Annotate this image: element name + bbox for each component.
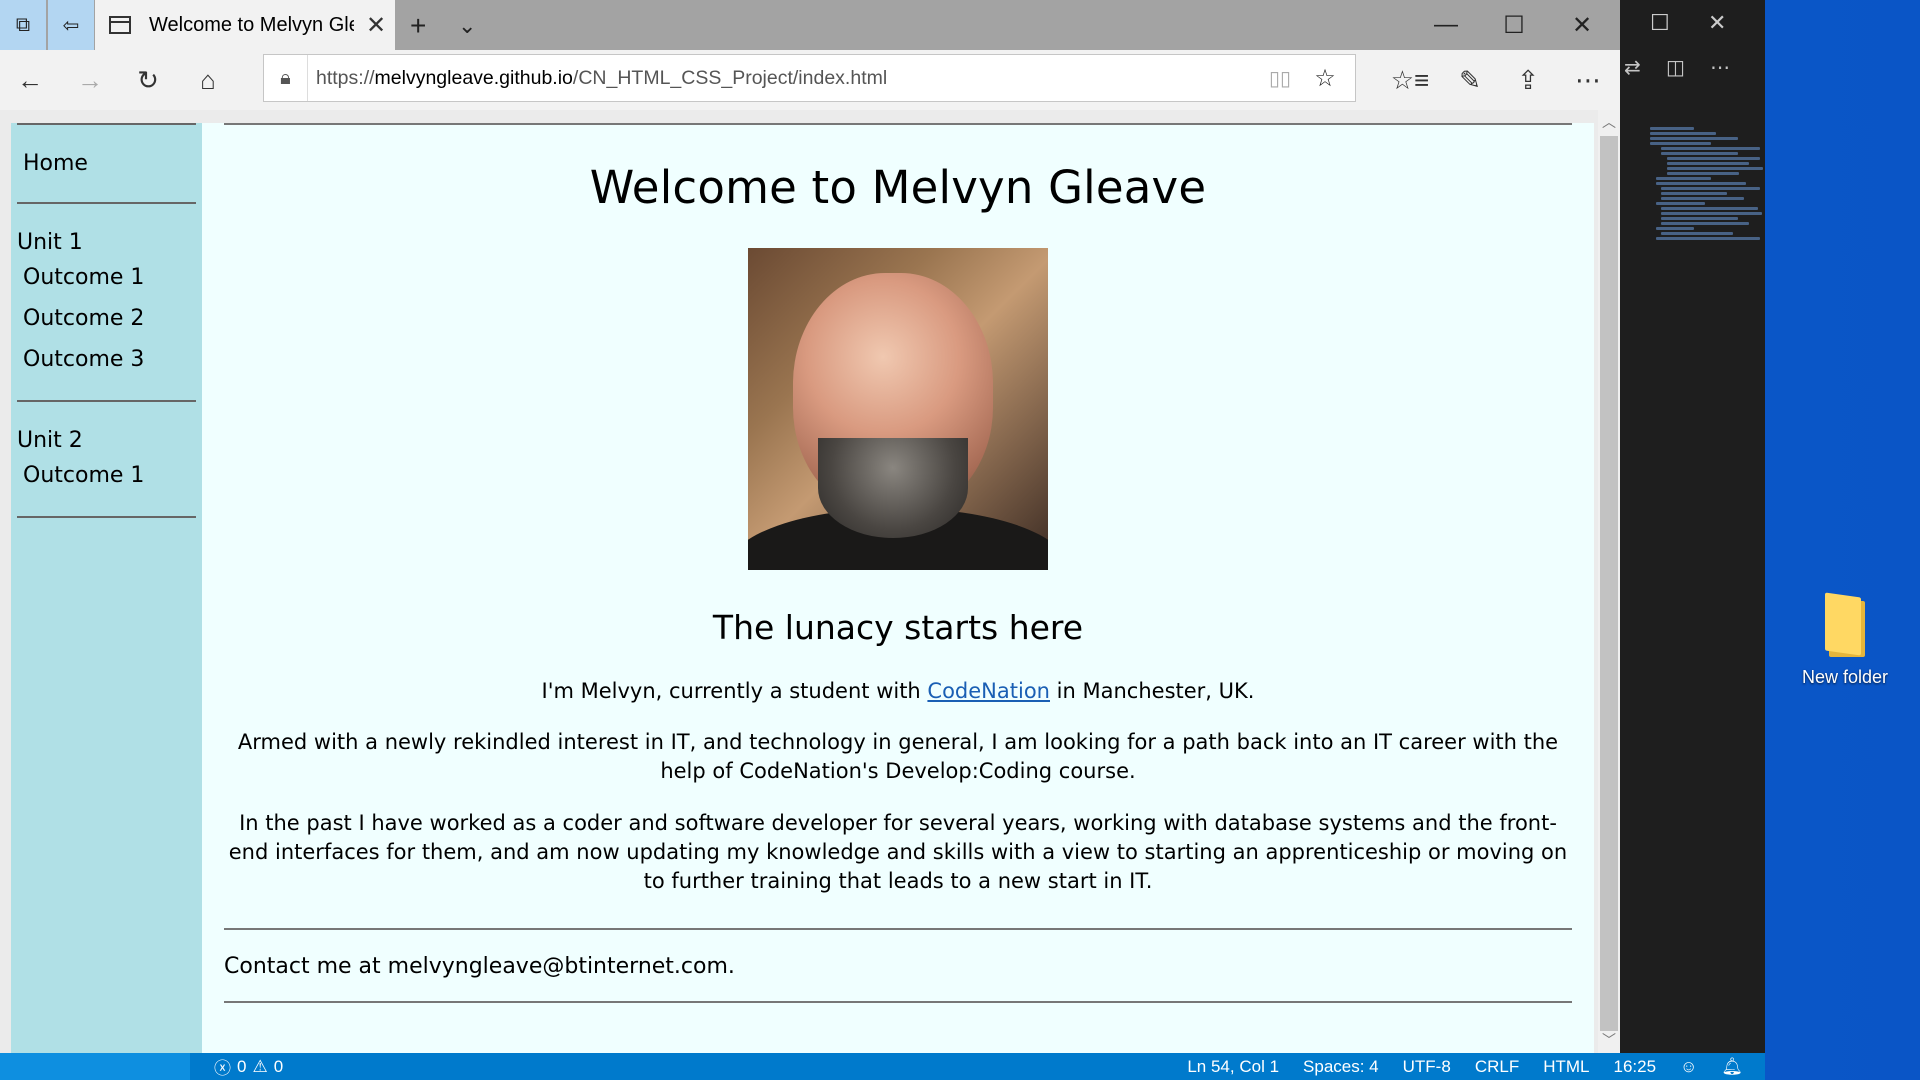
lock-icon: 🔒︎ bbox=[264, 55, 308, 101]
intro-paragraph: I'm Melvyn, currently a student with Cod… bbox=[541, 679, 1255, 703]
language-mode[interactable]: HTML bbox=[1543, 1057, 1589, 1077]
experience-paragraph: In the past I have worked as a coder and… bbox=[228, 811, 1568, 893]
sidebar-link-unit2-outcome1[interactable]: Outcome 1 bbox=[17, 453, 196, 494]
scrollbar-thumb[interactable] bbox=[1600, 136, 1618, 1031]
cursor-position[interactable]: Ln 54, Col 1 bbox=[1187, 1057, 1279, 1077]
clock: 16:25 bbox=[1613, 1056, 1657, 1076]
reading-view-icon[interactable]: ▯▯ bbox=[1265, 66, 1295, 91]
sidebar-link-unit1-outcome1[interactable]: Outcome 1 bbox=[17, 255, 196, 296]
home-icon[interactable]: ⌂ bbox=[188, 62, 228, 98]
maximize-icon[interactable]: ☐ bbox=[1480, 0, 1548, 50]
scroll-up-icon[interactable]: ︿ bbox=[1598, 112, 1620, 132]
page-scrollbar[interactable]: ︿ ﹀ bbox=[1598, 110, 1620, 1053]
back-icon[interactable]: ← bbox=[10, 62, 50, 98]
address-bar[interactable]: 🔒︎ https://melvyngleave.github.io/CN_HTM… bbox=[263, 54, 1356, 102]
vscode-window: ☐ ✕ ⇄ ◫ ⋯ bbox=[1620, 0, 1765, 1080]
more-icon[interactable]: ⋯ bbox=[1568, 62, 1608, 98]
sidebar-unit-2[interactable]: Unit 2 bbox=[17, 402, 196, 453]
new-tab-icon[interactable]: + bbox=[410, 10, 426, 42]
sidebar-link-unit1-outcome3[interactable]: Outcome 3 bbox=[17, 337, 196, 378]
star-icon[interactable]: ☆ bbox=[1295, 64, 1355, 93]
tab-restore-icon[interactable]: ⇦ bbox=[48, 0, 94, 50]
interest-paragraph: Armed with a newly rekindled interest in… bbox=[237, 730, 1559, 783]
share-icon[interactable]: ⇪ bbox=[1508, 62, 1548, 98]
forward-icon[interactable]: → bbox=[70, 62, 110, 98]
minimap[interactable] bbox=[1650, 125, 1764, 385]
warning-icon: ⚠ bbox=[252, 1056, 268, 1076]
desktop-folder-label: New folder bbox=[1801, 667, 1889, 687]
favorites-icon[interactable]: ☆≡ bbox=[1390, 62, 1430, 98]
close-icon[interactable]: ✕ bbox=[366, 11, 386, 40]
refresh-icon[interactable]: ↻ bbox=[128, 62, 168, 98]
content-divider bbox=[224, 928, 1572, 930]
minimize-icon[interactable]: — bbox=[1412, 0, 1480, 50]
sidebar-link-home[interactable]: Home bbox=[17, 125, 196, 202]
sidebar-divider bbox=[17, 516, 196, 518]
web-page: Home Unit 1 Outcome 1 Outcome 2 Outcome … bbox=[11, 123, 1594, 1053]
tab-title: Welcome to Melvyn Gle bbox=[149, 13, 354, 36]
content-divider bbox=[224, 123, 1572, 125]
folder-icon bbox=[1825, 592, 1865, 659]
profile-photo bbox=[748, 248, 1048, 570]
bell-icon[interactable]: 🔔︎ bbox=[1721, 1057, 1743, 1077]
scroll-down-icon[interactable]: ﹀ bbox=[1598, 1030, 1620, 1050]
desktop-folder-item[interactable]: New folder bbox=[1790, 592, 1900, 688]
error-icon: ⓧ bbox=[214, 1059, 231, 1078]
vscode-editor-toolbar: ⇄ ◫ ⋯ bbox=[1620, 55, 1765, 91]
feedback-icon[interactable]: ☺ bbox=[1680, 1057, 1697, 1077]
browser-window: ⧉ ⇦ Welcome to Melvyn Gle ✕ + ⌄ — ☐ ✕ ← … bbox=[0, 0, 1620, 1053]
url-text[interactable]: https://melvyngleave.github.io/CN_HTML_C… bbox=[316, 67, 1265, 90]
active-tab[interactable]: Welcome to Melvyn Gle ✕ bbox=[95, 0, 395, 50]
vscode-maximize-icon[interactable]: ☐ bbox=[1650, 10, 1670, 36]
encoding[interactable]: UTF-8 bbox=[1403, 1057, 1451, 1077]
page-icon bbox=[109, 16, 131, 34]
line-ending[interactable]: CRLF bbox=[1475, 1057, 1519, 1077]
main-content: Welcome to Melvyn Gleave The lunacy star… bbox=[202, 123, 1594, 1053]
page-title: Welcome to Melvyn Gleave bbox=[589, 161, 1207, 214]
window-close-icon[interactable]: ✕ bbox=[1548, 0, 1616, 50]
compare-changes-icon[interactable]: ⇄ bbox=[1624, 55, 1641, 80]
indentation[interactable]: Spaces: 4 bbox=[1303, 1057, 1379, 1077]
chevron-down-icon[interactable]: ⌄ bbox=[458, 13, 476, 39]
content-divider bbox=[224, 1001, 1572, 1003]
vscode-statusbar: ⓧ 0 ⚠ 0 Ln 54, Col 1 Spaces: 4 UTF-8 CRLF … bbox=[0, 1053, 1765, 1080]
sidebar-link-unit1-outcome2[interactable]: Outcome 2 bbox=[17, 296, 196, 337]
pen-icon[interactable]: ✎ bbox=[1450, 62, 1490, 98]
statusbar-remote[interactable] bbox=[0, 1053, 190, 1080]
contact-text: Contact me at melvyngleave@btinternet.co… bbox=[224, 954, 735, 979]
vscode-titlebar: ☐ ✕ bbox=[1620, 0, 1765, 44]
navigation-bar: ← → ↻ ⌂ 🔒︎ https://melvyngleave.github.i… bbox=[0, 50, 1620, 110]
tab-bar: ⧉ ⇦ Welcome to Melvyn Gle ✕ + ⌄ — ☐ ✕ bbox=[0, 0, 1620, 50]
problems-indicator[interactable]: ⓧ 0 ⚠ 0 bbox=[214, 1054, 283, 1079]
vscode-close-icon[interactable]: ✕ bbox=[1708, 10, 1726, 36]
page-subtitle: The lunacy starts here bbox=[712, 608, 1084, 647]
editor-more-icon[interactable]: ⋯ bbox=[1710, 55, 1730, 80]
codenation-link[interactable]: CodeNation bbox=[927, 679, 1050, 703]
sidebar-unit-1[interactable]: Unit 1 bbox=[17, 204, 196, 255]
page-viewport: Home Unit 1 Outcome 1 Outcome 2 Outcome … bbox=[0, 110, 1620, 1053]
sidebar-nav: Home Unit 1 Outcome 1 Outcome 2 Outcome … bbox=[11, 123, 202, 1053]
split-editor-icon[interactable]: ◫ bbox=[1666, 55, 1685, 80]
tab-aside-icon[interactable]: ⧉ bbox=[0, 0, 46, 50]
